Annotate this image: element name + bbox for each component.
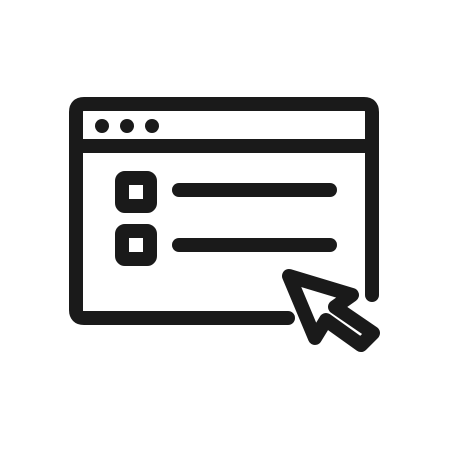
icon-canvas xyxy=(0,0,450,450)
window-dot xyxy=(145,119,159,133)
window-dot xyxy=(95,119,109,133)
checkbox-icon xyxy=(115,171,157,213)
checkbox-icon xyxy=(115,224,157,266)
mouse-pointer-arrow-icon xyxy=(282,269,380,352)
window-dot xyxy=(120,119,134,133)
window-controls-icon xyxy=(95,119,159,133)
browser-window-checklist-cursor-icon xyxy=(69,97,380,352)
